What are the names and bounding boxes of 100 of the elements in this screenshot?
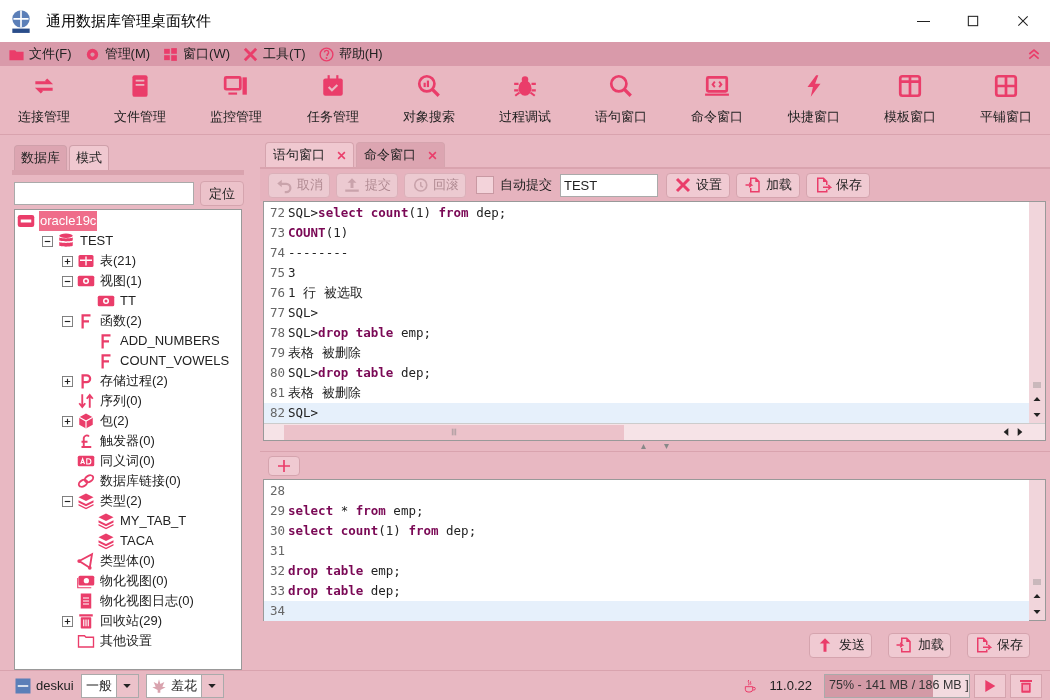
editor-tab[interactable]: 命令窗口	[356, 142, 445, 167]
tools-icon	[242, 45, 260, 63]
theme-dropdown[interactable]: 羞花	[145, 673, 224, 698]
database-icon	[57, 232, 75, 250]
close-icon	[1016, 14, 1030, 28]
toolbar-button[interactable]: 语句窗口	[595, 73, 648, 127]
tree-item[interactable]: 序列(0)	[99, 391, 143, 411]
tree-item[interactable]: 类型体(0)	[99, 551, 156, 571]
maximize-icon	[966, 14, 980, 28]
line-number: 73	[268, 223, 286, 242]
tree-item[interactable]: 同义词(0)	[99, 451, 156, 471]
tree-item[interactable]: TT	[119, 291, 137, 311]
autocommit-label: 自动提交	[500, 176, 552, 195]
panel-tab[interactable]: 数据库	[14, 145, 67, 170]
code-line: COUNT(1)	[288, 223, 349, 242]
sort-arrows-icon	[77, 392, 95, 410]
toolbar-button[interactable]: 任务管理	[306, 73, 359, 127]
tree-item[interactable]: 物化视图(0)	[99, 571, 169, 591]
history-icon	[411, 176, 429, 194]
vertical-scrollbar[interactable]	[1029, 480, 1045, 620]
tree-item[interactable]: 类型(2)	[99, 491, 143, 511]
tree-item[interactable]: 视图(1)	[99, 271, 143, 291]
tree-item[interactable]: 存储过程(2)	[99, 371, 169, 391]
menu-item[interactable]: 管理(M)	[83, 44, 151, 64]
code-line: 表格 被删除	[288, 383, 361, 402]
code-line: SQL>	[288, 303, 319, 322]
toolbar-button[interactable]: 保存	[806, 172, 870, 198]
toolbar-button[interactable]: 连接管理	[18, 73, 70, 127]
expand-toggle-icon[interactable]	[61, 375, 73, 387]
tree-item[interactable]: 触发器(0)	[99, 431, 156, 451]
toolbar-button[interactable]: 文件管理	[114, 73, 167, 127]
run-button[interactable]	[974, 673, 1006, 698]
collapse-toggle-icon[interactable]	[61, 495, 73, 507]
splitter-down-icon	[663, 443, 670, 449]
menu-item[interactable]: 工具(T)	[242, 44, 306, 64]
tree-item[interactable]: MY_TAB_T	[119, 511, 188, 531]
tree-item[interactable]: 其他设置	[99, 631, 153, 651]
search-field[interactable]	[14, 182, 194, 205]
line-number: 32	[268, 561, 286, 580]
window-title: 通用数据库管理桌面软件	[46, 10, 211, 31]
action-button[interactable]: 保存	[967, 632, 1030, 658]
level-dropdown[interactable]: 一般	[80, 673, 139, 698]
line-number: 78	[268, 323, 286, 342]
tools-icon	[674, 176, 692, 194]
tree-item[interactable]: TEST	[79, 231, 115, 251]
locate-button[interactable]: 定位	[200, 181, 244, 206]
minimize-icon[interactable]	[917, 20, 930, 22]
collapse-toggle-icon[interactable]	[61, 315, 73, 327]
toolbar-button[interactable]: 监控管理	[210, 73, 263, 127]
toolbar-button[interactable]: 对象搜索	[402, 73, 455, 127]
schema-field[interactable]: TEST	[560, 173, 658, 197]
toolbar-button[interactable]: 加载	[736, 172, 800, 198]
panel-tab[interactable]: 模式	[69, 145, 109, 170]
expand-toggle-icon[interactable]	[61, 415, 73, 427]
tree-item[interactable]: 包(2)	[99, 411, 130, 431]
horizontal-scrollbar[interactable]	[264, 423, 1045, 440]
tree-item[interactable]: COUNT_VOWELS	[119, 351, 231, 371]
toolbar-button[interactable]: 过程调试	[498, 73, 551, 127]
expand-toggle-icon[interactable]	[61, 255, 73, 267]
tree-item[interactable]: 物化视图日志(0)	[99, 591, 195, 611]
line-number: 29	[268, 501, 286, 520]
plus-icon	[276, 457, 292, 474]
toolbar-button[interactable]: 命令窗口	[691, 73, 744, 127]
file-import-icon	[744, 176, 762, 194]
collapse-toggle-icon[interactable]	[41, 235, 53, 247]
close-icon	[337, 150, 346, 160]
autocommit-checkbox[interactable]	[476, 176, 494, 194]
action-button[interactable]: 加载	[888, 632, 951, 658]
tree-item[interactable]: ADD_NUMBERS	[119, 331, 221, 351]
tree-item[interactable]: TACA	[119, 531, 155, 551]
editor-tab[interactable]: 语句窗口	[265, 142, 354, 167]
trash-icon	[1018, 677, 1034, 694]
line-number: 76	[268, 283, 286, 302]
tree-item[interactable]: 函数(2)	[99, 311, 143, 331]
toolbar-button[interactable]: 设置	[666, 172, 730, 198]
scroll-thumb[interactable]	[284, 424, 624, 440]
upload-icon	[343, 176, 361, 194]
cube-icon	[77, 412, 95, 430]
tree-item[interactable]: 回收站(29)	[99, 611, 164, 631]
collapse-toggle-icon[interactable]	[61, 275, 73, 287]
link-icon	[77, 472, 95, 490]
code-line: SQL>select count(1) from dep;	[288, 203, 507, 222]
toolbar-button[interactable]: 平铺窗口	[979, 73, 1032, 127]
menu-item[interactable]: 帮助(H)	[317, 44, 383, 64]
line-number: 74	[268, 243, 286, 262]
folder-icon	[77, 632, 95, 650]
toolbar-button[interactable]: 模板窗口	[883, 73, 936, 127]
tree-item[interactable]: 数据库链接(0)	[99, 471, 182, 491]
search-chart-icon	[415, 73, 442, 100]
toolbar-button[interactable]: 快捷窗口	[787, 73, 840, 127]
line-number: 82	[268, 403, 286, 422]
action-button[interactable]: 发送	[809, 632, 872, 658]
trash-icon	[77, 612, 95, 630]
code-line: 表格 被删除	[288, 343, 361, 362]
clear-button[interactable]	[1010, 673, 1042, 698]
menu-item[interactable]: 窗口(W)	[162, 44, 231, 64]
expand-toggle-icon[interactable]	[61, 615, 73, 627]
menu-item[interactable]: 文件(F)	[8, 44, 72, 64]
vertical-scrollbar[interactable]	[1029, 202, 1045, 423]
tree-item[interactable]: 表(21)	[99, 251, 138, 271]
